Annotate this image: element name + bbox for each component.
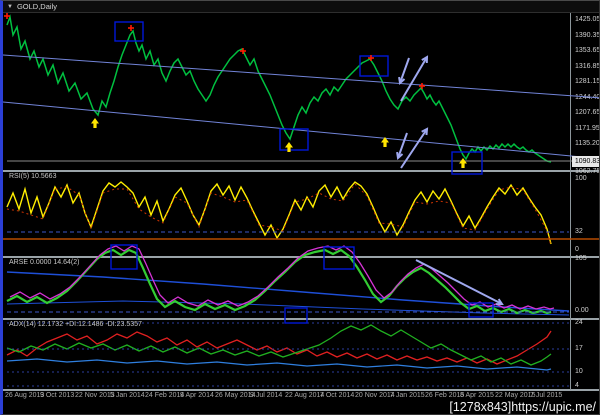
y-axis-label: 1316.85 xyxy=(575,63,600,70)
chart-title: GOLD,Daily xyxy=(16,2,57,11)
y-axis-label: 1244.40 xyxy=(575,94,600,101)
y-axis-label: 100 xyxy=(575,175,587,182)
y-axis-label: 1207.65 xyxy=(575,109,600,116)
adx-panel[interactable] xyxy=(6,320,570,389)
y-axis-label: 1062.75 xyxy=(575,168,600,175)
y-axis-label: 17 xyxy=(575,345,583,352)
y-axis-label: 1135.20 xyxy=(575,140,600,147)
adx-indicator-label: ADX(14) 12.1732 +DI:12.1486 -DI:23.5357 xyxy=(9,321,142,328)
date-label: 26 Aug 2013 xyxy=(5,392,45,399)
date-label: 22 Aug 2014 xyxy=(285,392,325,399)
date-label: 9 Apr 2014 xyxy=(180,392,214,399)
date-label: 26 Feb 2015 xyxy=(425,392,465,399)
chart-title-bar[interactable]: ▼ GOLD,Daily xyxy=(3,1,599,13)
date-label: 5 Jan 2014 xyxy=(110,392,145,399)
chart-menu-icon[interactable]: ▼ xyxy=(7,4,13,10)
y-axis-label: 4 xyxy=(575,382,579,389)
y-axis-label: 1425.05 xyxy=(575,16,600,23)
date-label: 22 Nov 2013 xyxy=(75,392,115,399)
oscillator-panel[interactable] xyxy=(6,258,570,318)
date-label: 7 Oct 2014 xyxy=(320,392,355,399)
y-axis-label: 105 xyxy=(575,255,587,262)
panel-separator[interactable] xyxy=(3,170,599,172)
y-axis-label: 1281.15 xyxy=(575,78,600,85)
date-label: 7 Jul 2015 xyxy=(530,392,563,399)
y-axis-label: 0.00 xyxy=(575,307,589,314)
date-label: 9 Oct 2013 xyxy=(40,392,75,399)
rsi-indicator-label: RSI(5) 10.5663 xyxy=(9,173,57,180)
mt4-chart-window: ▼ GOLD,Daily RSI(5) 10.5663 ARSE 0.0000 … xyxy=(0,0,600,415)
watermark: [1278x843]https://upic.me/ xyxy=(449,400,596,414)
y-axis-label: 10 xyxy=(575,368,583,375)
y-axis-label: 32 xyxy=(575,228,583,235)
date-label: 24 Feb 2014 xyxy=(145,392,185,399)
date-label: 8 Apr 2015 xyxy=(460,392,494,399)
y-axis-label: 1171.95 xyxy=(575,125,600,132)
date-label: 7 Jan 2015 xyxy=(390,392,425,399)
rsi-panel[interactable] xyxy=(6,172,570,256)
y-axis-label: 0 xyxy=(575,246,579,253)
y-axis-label: 1390.35 xyxy=(575,32,600,39)
current-price-tag: 1090.83 xyxy=(572,156,599,167)
panel-separator[interactable] xyxy=(3,256,599,258)
panel-separator[interactable] xyxy=(3,318,599,320)
date-label: 20 Nov 2014 xyxy=(355,392,395,399)
y-axis-label: 24 xyxy=(575,319,583,326)
price-chart-panel[interactable] xyxy=(6,13,570,170)
date-label: 9 Jul 2014 xyxy=(250,392,283,399)
panel-separator xyxy=(3,389,599,391)
y-axis-label: 1353.65 xyxy=(575,47,600,54)
oscillator-indicator-label: ARSE 0.0000 14.64(2) xyxy=(9,259,80,266)
price-axis-border xyxy=(570,13,571,390)
